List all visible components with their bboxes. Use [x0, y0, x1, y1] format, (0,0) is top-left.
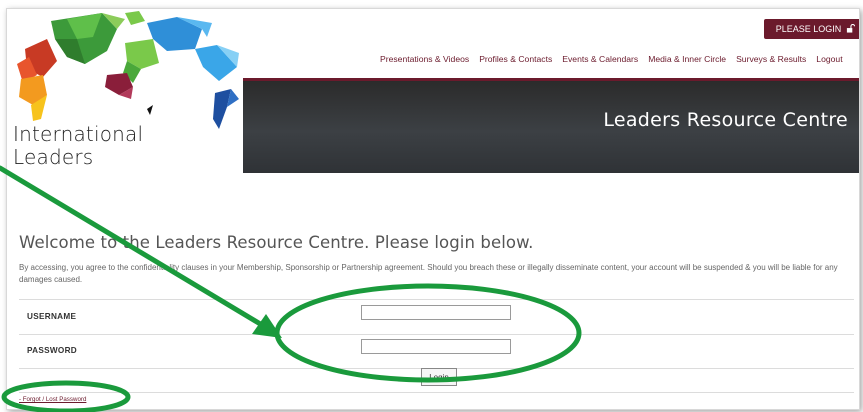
nav-item-profiles[interactable]: Profiles & Contacts [479, 54, 552, 68]
welcome-heading: Welcome to the Leaders Resource Centre. … [19, 233, 534, 252]
username-row: USERNAME [19, 299, 854, 335]
world-map-logo-icon [17, 11, 239, 129]
password-input[interactable] [361, 339, 511, 354]
please-login-button[interactable]: PLEASE LOGIN [764, 19, 859, 39]
confidentiality-notice: By accessing, you agree to the confident… [19, 263, 838, 284]
logo-line-2: Leaders [13, 145, 94, 169]
username-label: USERNAME [27, 312, 77, 321]
login-submit-button[interactable]: Login [421, 368, 457, 386]
username-input[interactable] [361, 305, 511, 320]
logo-wordmark: International Leaders [13, 123, 143, 169]
nav-item-media[interactable]: Media & Inner Circle [648, 54, 726, 68]
divider [19, 392, 854, 393]
top-navigation: Presentations & Videos Profiles & Contac… [380, 54, 843, 68]
hero-banner: Leaders Resource Centre [243, 78, 859, 173]
password-label: PASSWORD [27, 346, 78, 355]
page: International Leaders PLEASE LOGIN Prese… [0, 0, 863, 412]
nav-item-logout[interactable]: Logout [816, 54, 842, 68]
forgot-password-link[interactable]: - Forgot / Lost Password [19, 396, 86, 403]
please-login-label: PLEASE LOGIN [775, 24, 842, 34]
logo-line-1: International [13, 122, 144, 146]
nav-item-events[interactable]: Events & Calendars [562, 54, 638, 68]
screenshot-frame: International Leaders PLEASE LOGIN Prese… [6, 8, 860, 410]
nav-item-surveys[interactable]: Surveys & Results [736, 54, 806, 68]
password-row: PASSWORD [19, 334, 854, 369]
unlock-icon [846, 23, 856, 35]
banner-title: Leaders Resource Centre [603, 109, 848, 131]
nav-item-presentations[interactable]: Presentations & Videos [380, 54, 469, 68]
